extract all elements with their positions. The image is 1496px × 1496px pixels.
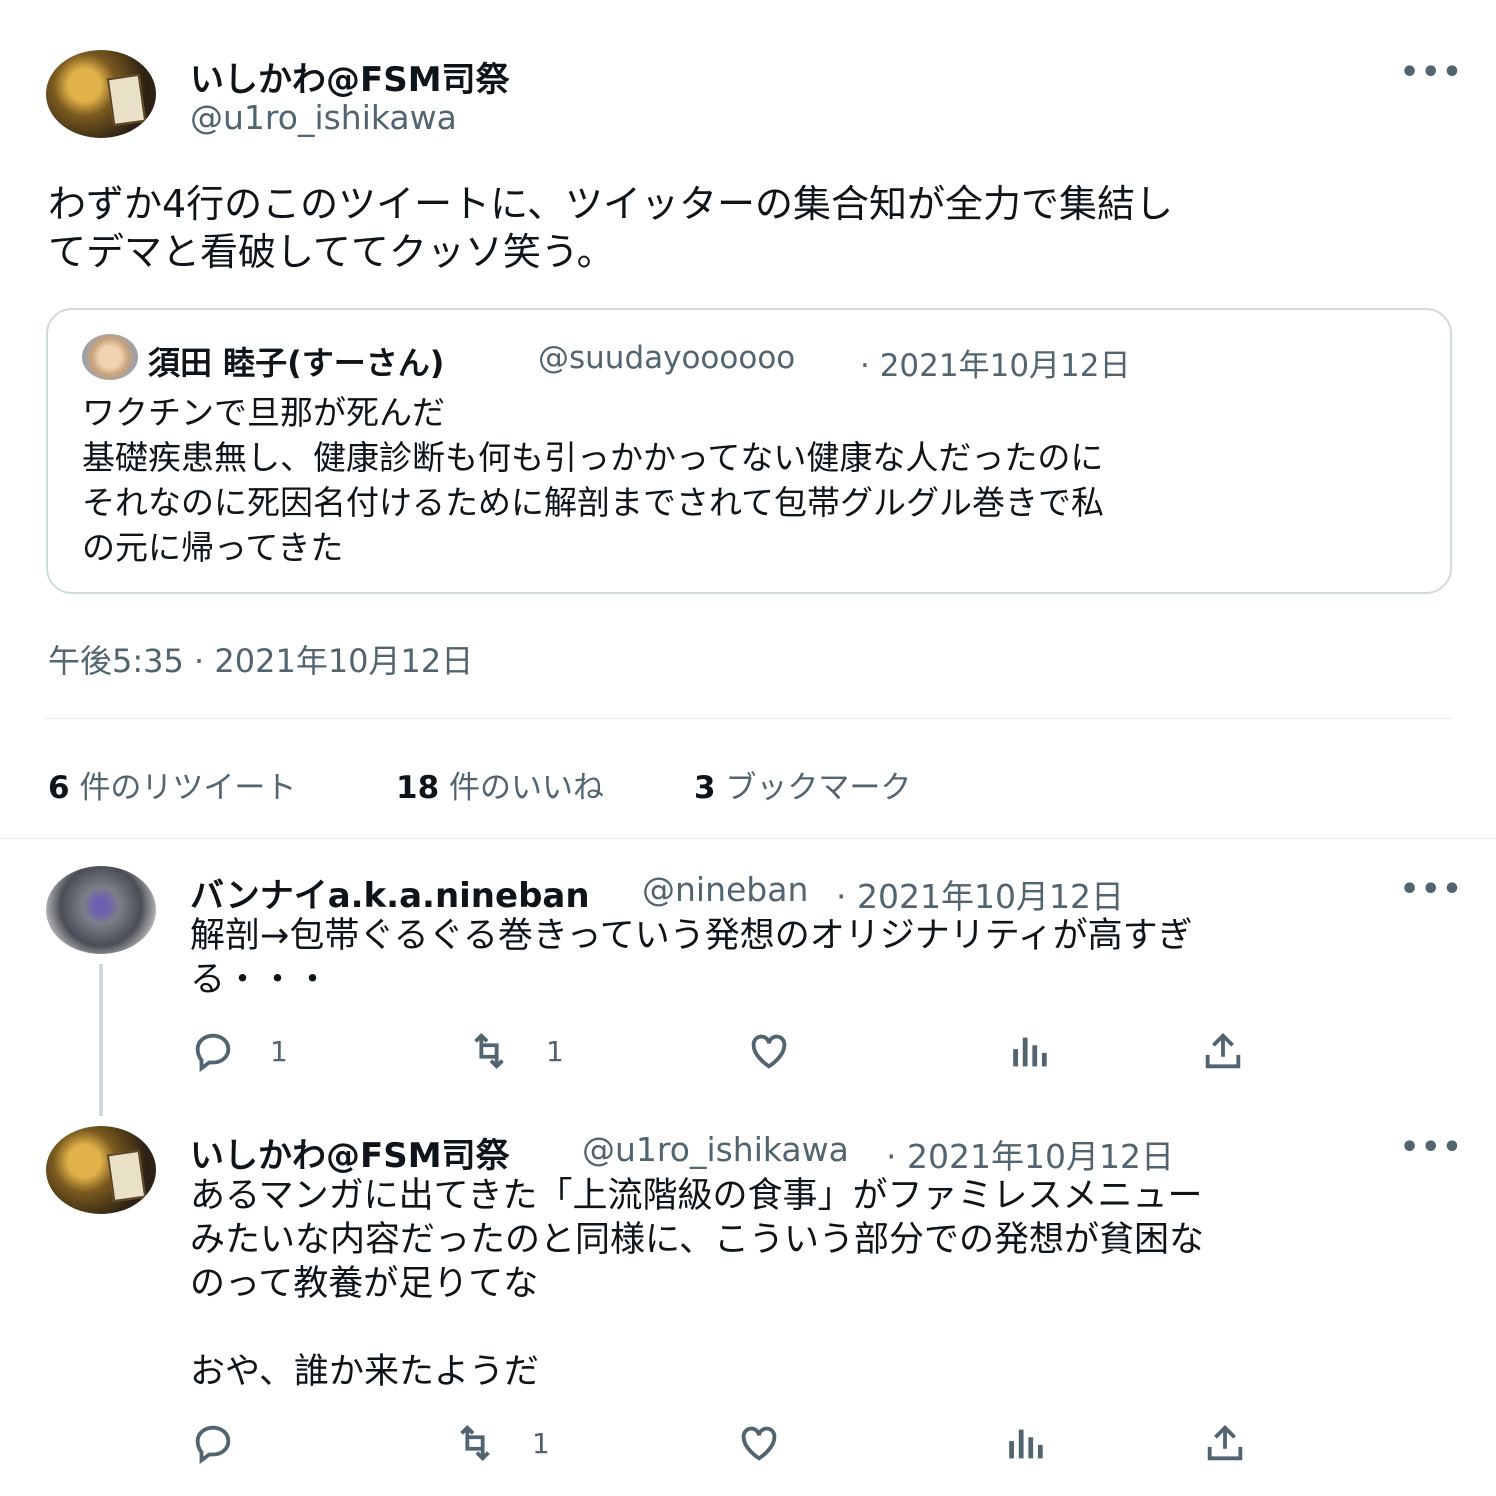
views-icon: [1013, 1037, 1047, 1067]
like-icon: [751, 1034, 787, 1069]
views-icon: [1009, 1429, 1043, 1459]
author-avatar[interactable]: [46, 50, 156, 138]
share-icon: [1205, 1032, 1241, 1069]
author-handle[interactable]: @u1ro_ishikawa: [190, 98, 457, 137]
share-button[interactable]: [1202, 1420, 1248, 1466]
reply-avatar[interactable]: [46, 866, 156, 954]
more-options-icon[interactable]: •••: [1400, 872, 1464, 907]
retweet-button[interactable]: 1: [466, 1028, 564, 1074]
quoted-tweet-card[interactable]: 須田 睦子(すーさん) @suudayoooooo · 2021年10月12日 …: [46, 308, 1452, 594]
bookmarks-label: ブックマーク: [725, 770, 912, 806]
retweets-stat[interactable]: 6 件のリツイート: [48, 762, 296, 807]
retweet-button[interactable]: 1: [452, 1420, 550, 1466]
like-icon: [741, 1426, 777, 1461]
reply-display-name[interactable]: いしかわ@FSM司祭: [190, 1128, 510, 1177]
more-options-icon[interactable]: •••: [1400, 1130, 1464, 1165]
reply-icon: [195, 1033, 231, 1073]
reply-text: 解剖→包帯ぐるぐる巻きっていう発想のオリジナリティが高すぎ る・・・: [190, 916, 1193, 1000]
quoted-text: ワクチンで旦那が死んだ 基礎疾患無し、健康診断も何も引っかかってない健康な人だっ…: [82, 393, 1105, 567]
reply-handle[interactable]: @nineban: [642, 870, 808, 909]
thread-line: [99, 964, 103, 1116]
bookmarks-count: 3: [694, 770, 716, 806]
retweet-icon: [474, 1032, 504, 1070]
reply-date[interactable]: · 2021年10月12日: [886, 1130, 1174, 1178]
reply-actions: 1 1: [190, 1028, 1460, 1078]
likes-count: 18: [396, 770, 440, 806]
quoted-handle: @suudayoooooo: [538, 340, 796, 376]
divider: [46, 718, 1452, 719]
reply-button[interactable]: 1: [190, 1028, 288, 1074]
share-button[interactable]: [1200, 1028, 1246, 1074]
reply-text: あるマンガに出てきた「上流階級の食事」がファミレスメニュー みたいな内容だったの…: [190, 1176, 1204, 1392]
reply-icon: [195, 1425, 231, 1465]
tweet-text: わずか4行のこのツイートに、ツイッターの集合知が全力で集結し てデマと看破してて…: [48, 182, 1174, 274]
reply-count: 1: [270, 1034, 288, 1068]
share-icon: [1207, 1424, 1243, 1461]
views-button[interactable]: [1002, 1420, 1048, 1466]
tweet-timestamp[interactable]: 午後5:35 · 2021年10月12日: [48, 636, 473, 682]
views-button[interactable]: [1006, 1028, 1052, 1074]
bookmarks-stat[interactable]: 3 ブックマーク: [694, 762, 911, 807]
like-button[interactable]: [746, 1028, 826, 1074]
reply-display-name[interactable]: バンナイa.k.a.nineban: [190, 868, 590, 917]
likes-label: 件のいいね: [449, 770, 604, 806]
reply-button[interactable]: [190, 1420, 270, 1466]
retweets-label: 件のリツイート: [79, 770, 297, 806]
quoted-author-avatar: [82, 334, 138, 380]
author-display-name[interactable]: いしかわ@FSM司祭: [190, 52, 510, 101]
retweets-count: 6: [48, 770, 70, 806]
retweet-count: 1: [532, 1426, 550, 1460]
like-button[interactable]: [736, 1420, 816, 1466]
retweet-icon: [460, 1424, 490, 1462]
more-options-icon[interactable]: •••: [1400, 55, 1464, 90]
retweet-count: 1: [546, 1034, 564, 1068]
section-divider: [0, 838, 1496, 839]
likes-stat[interactable]: 18 件のいいね: [396, 762, 604, 807]
quoted-display-name: 須田 睦子(すーさん): [148, 344, 445, 382]
reply-handle[interactable]: @u1ro_ishikawa: [582, 1130, 849, 1169]
reply-date[interactable]: · 2021年10月12日: [836, 870, 1124, 918]
quoted-date: · 2021年10月12日: [860, 348, 1131, 384]
reply-avatar[interactable]: [46, 1126, 156, 1214]
reply-actions: 1: [190, 1420, 1460, 1470]
